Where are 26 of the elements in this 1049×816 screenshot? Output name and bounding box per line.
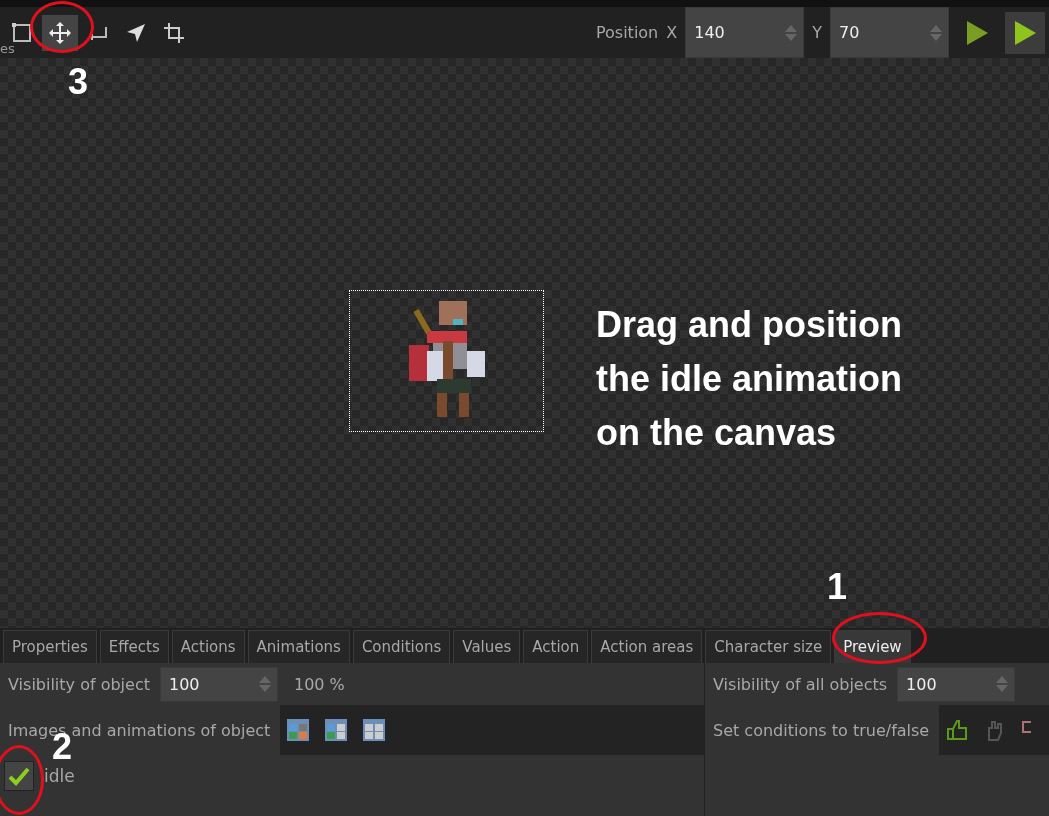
cut-off-label: es [0, 40, 15, 56]
y-label: Y [812, 23, 822, 42]
visibility-percent: 100 % [293, 674, 345, 694]
annotation-number: 1 [827, 569, 848, 605]
conditions-label: Set conditions to true/false [713, 720, 930, 740]
tab[interactable]: Conditions [352, 630, 451, 663]
annotation-number: 3 [68, 64, 89, 100]
y-input[interactable]: 70 [830, 7, 949, 58]
visibility-input[interactable]: 100 [159, 666, 278, 702]
tab[interactable]: Values [453, 630, 521, 663]
position-label: Position [595, 23, 659, 42]
tab[interactable]: Effects [99, 630, 169, 663]
tab[interactable]: Animations [247, 630, 350, 663]
tab[interactable]: Action [523, 630, 589, 663]
all-visibility-label: Visibility of all objects [713, 674, 888, 694]
tab[interactable]: Action areas [591, 630, 703, 663]
tab[interactable]: Properties [3, 630, 97, 663]
visibility-label: Visibility of object [8, 674, 150, 694]
tab[interactable]: Character size [705, 630, 832, 663]
tab[interactable]: Preview [834, 630, 911, 663]
x-input[interactable]: 140 [685, 7, 805, 58]
x-label: X [666, 23, 678, 42]
all-visibility-input[interactable]: 100 [897, 666, 1016, 702]
instruction-text: Drag and position the idle animation on the canvas [596, 303, 904, 455]
tab[interactable]: Actions [171, 630, 245, 663]
animation-label: idle [44, 766, 75, 786]
